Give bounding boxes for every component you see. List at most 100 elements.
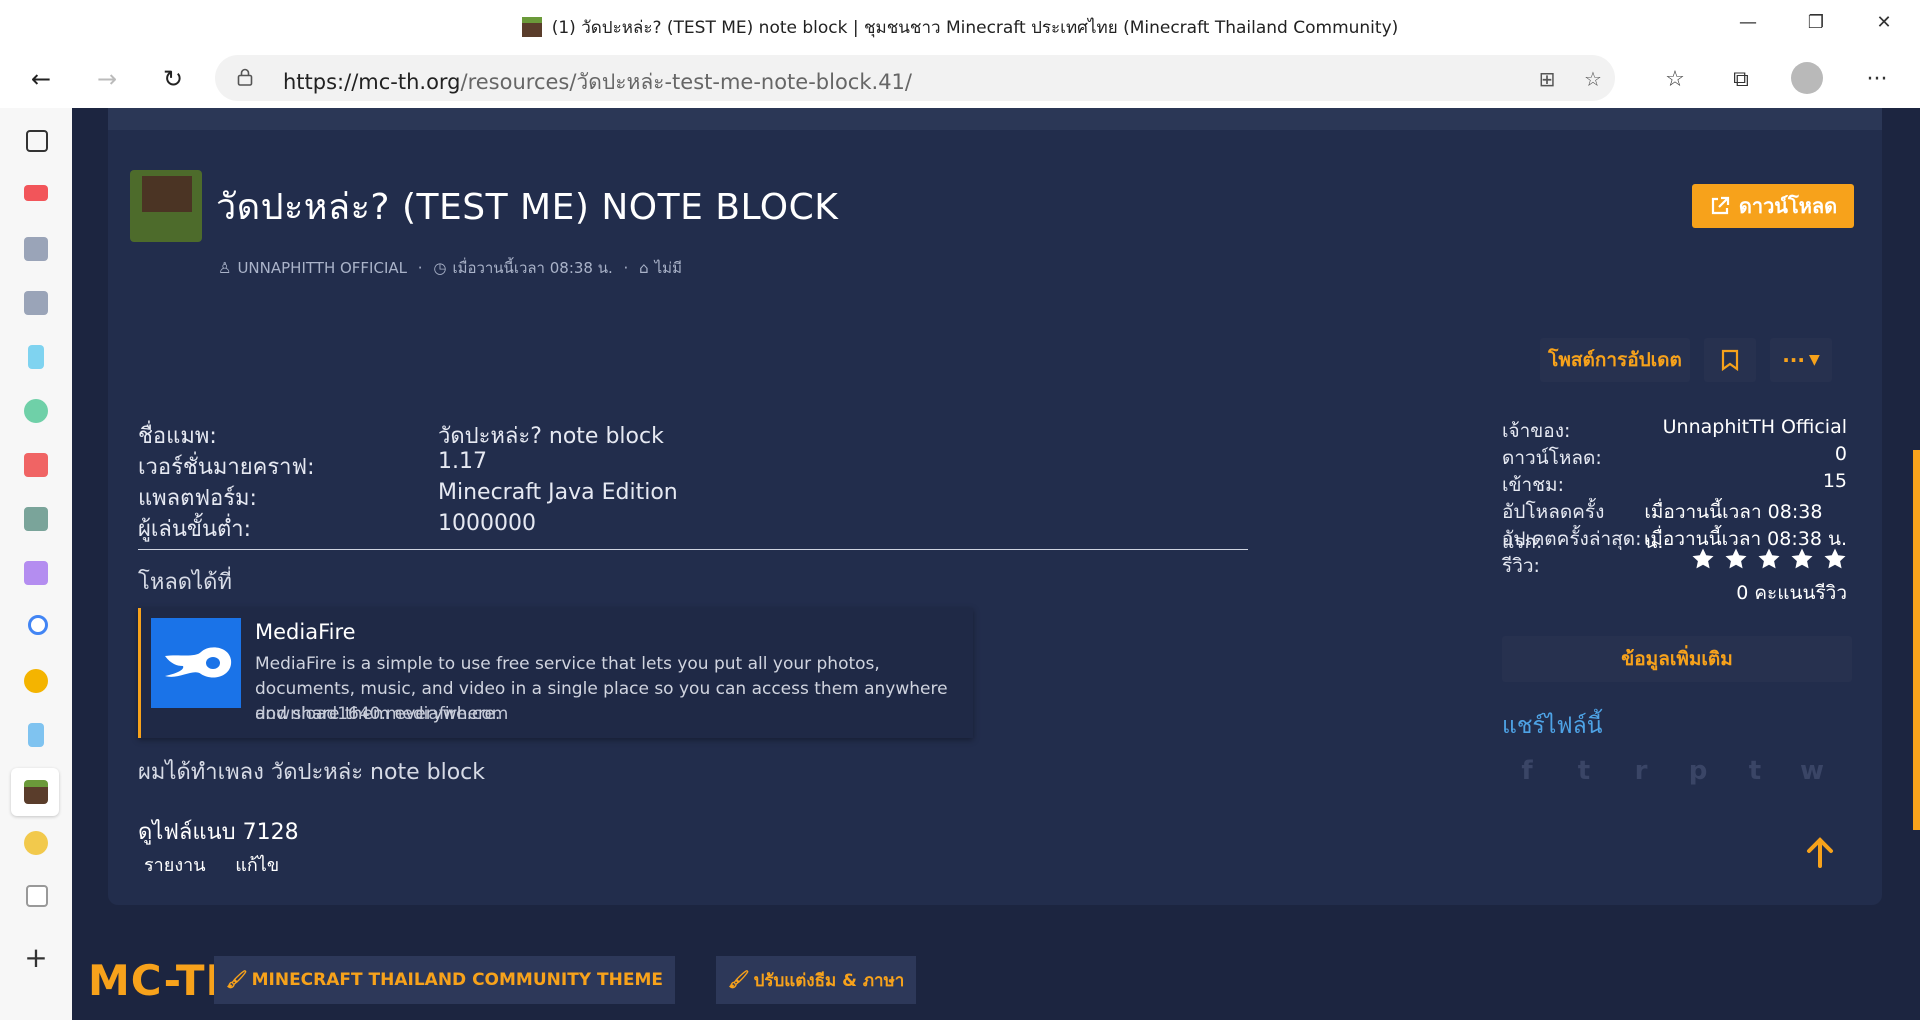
info-row: อัปโหลดครั้งแรก: เมื่อวานนี้เวลา 08:38 น. xyxy=(1502,497,1847,553)
tab-actions-icon[interactable] xyxy=(26,130,48,152)
app-icon-3[interactable] xyxy=(24,507,48,531)
field-value: 1.17 xyxy=(438,449,487,474)
post-date[interactable]: เมื่อวานนี้เวลา 08:38 น. xyxy=(452,259,612,277)
review-count[interactable]: 0 คะแนนรีวิว xyxy=(1502,578,1847,608)
download-label: ดาวน์โหลด xyxy=(1738,194,1838,218)
minecraft-icon[interactable] xyxy=(24,780,48,804)
app-icon-2[interactable] xyxy=(24,291,48,315)
window-title-bar: (1) วัดปะหล่ะ? (TEST ME) note block | ชุ… xyxy=(0,0,1920,50)
info-label: เข้าชม: xyxy=(1502,474,1564,496)
close-button[interactable]: ✕ xyxy=(1852,0,1916,44)
field-label: ผู้เล่นขั้นต่ำ: xyxy=(138,517,252,542)
theme-label: MINECRAFT THAILAND COMMUNITY THEME xyxy=(251,970,663,990)
resource-title: วัดปะหล่ะ? (TEST ME) NOTE BLOCK xyxy=(216,187,839,228)
forward-button[interactable]: → xyxy=(88,60,126,98)
edit-link[interactable]: แก้ไข xyxy=(235,855,279,876)
more-options-button[interactable]: ··· ▼ xyxy=(1770,338,1832,382)
field-row: แพลตฟอร์ม: Minecraft Java Edition xyxy=(138,480,1248,511)
address-bar[interactable]: https://mc-th.org/resources/วัดปะหล่ะ-te… xyxy=(215,55,1615,101)
app-available-icon[interactable]: ⊞ xyxy=(1535,67,1559,91)
lock-icon[interactable] xyxy=(237,68,253,86)
user-icon: ♙ xyxy=(218,259,232,277)
pinterest-icon[interactable]: p xyxy=(1683,756,1713,786)
scrollbar-thumb[interactable] xyxy=(1913,450,1920,830)
author-link[interactable]: UNNAPHITTH OFFICIAL xyxy=(237,259,407,277)
field-label: แพลตฟอร์ม: xyxy=(138,486,257,511)
field-row: ผู้เล่นขั้นต่ำ: 1000000 xyxy=(138,511,1248,542)
scroll-to-top-icon[interactable] xyxy=(1806,836,1834,870)
mediafire-link-card[interactable]: MediaFire MediaFire is a simple to use f… xyxy=(138,608,973,738)
link-title[interactable]: MediaFire xyxy=(255,620,356,644)
info-label: รีวิว: xyxy=(1502,555,1540,577)
post-update-button[interactable]: โพสต์การอัปเดต xyxy=(1540,338,1690,382)
star-icon xyxy=(1692,548,1714,569)
post-actions: รายงาน แก้ไข xyxy=(144,850,303,879)
bookmark-icon xyxy=(1721,349,1739,371)
field-label: ชื่อแมพ: xyxy=(138,424,217,449)
bing-icon-2[interactable] xyxy=(28,723,44,747)
download-button[interactable]: ดาวน์โหลด xyxy=(1692,184,1854,228)
post-update-label: โพสต์การอัปเดต xyxy=(1548,349,1682,371)
info-label: เจ้าของ: xyxy=(1502,420,1571,442)
whatsapp-icon[interactable]: w xyxy=(1797,756,1827,786)
info-label: อัปเดตครั้งล่าสุด: xyxy=(1502,528,1642,550)
google-icon[interactable] xyxy=(28,615,48,635)
rating-stars xyxy=(1682,547,1847,571)
resource-meta: ♙ UNNAPHITTH OFFICIAL · ◷ เมื่อวานนี้เวลา … xyxy=(218,256,688,280)
report-link[interactable]: รายงาน xyxy=(144,855,206,876)
edge-icon[interactable] xyxy=(24,399,48,423)
field-row: เวอร์ชั่นมายคราฟ: 1.17 xyxy=(138,449,1248,480)
twitter-icon[interactable]: t xyxy=(1569,756,1599,786)
caret-down-icon: ▼ xyxy=(1809,352,1820,368)
facebook-icon[interactable]: f xyxy=(1512,756,1542,786)
photos-icon[interactable] xyxy=(24,669,48,693)
resource-fields: ชื่อแมพ: วัดปะหล่ะ? note block เวอร์ชั่นม… xyxy=(138,418,1248,542)
profile-avatar[interactable] xyxy=(1791,62,1823,94)
browser-sidebar: + xyxy=(0,108,73,1020)
attachment-views[interactable]: ดูไฟล์แนบ 7128 xyxy=(138,814,299,849)
more-dots: ··· xyxy=(1782,348,1805,372)
page: วัดปะหล่ะ? (TEST ME) NOTE BLOCK ♙ UNNAPHI… xyxy=(72,108,1920,1020)
theme-button[interactable]: 🖌 MINECRAFT THAILAND COMMUNITY THEME xyxy=(214,956,675,1004)
add-icon[interactable]: + xyxy=(24,944,48,972)
settings-more-button[interactable]: ··· xyxy=(1858,60,1896,98)
bing-icon[interactable] xyxy=(28,345,44,369)
info-label: อัปโหลดครั้งแรก: xyxy=(1502,501,1605,553)
more-info-label: ข้อมูลเพิ่มเติม xyxy=(1621,648,1733,670)
customize-label: ปรับแต่งธีม & ภาษา xyxy=(753,970,905,991)
app-icon[interactable] xyxy=(24,237,48,261)
clock-icon: ◷ xyxy=(433,259,447,277)
download-app-icon[interactable] xyxy=(24,453,48,477)
external-link-icon xyxy=(1711,196,1729,215)
resource-description: ผมได้ทำเพลง วัดปะหล่ะ note block xyxy=(138,760,485,785)
reddit-icon[interactable]: r xyxy=(1626,756,1656,786)
tag-icon: ⌂ xyxy=(639,259,649,277)
app-icon-5[interactable] xyxy=(26,885,48,907)
separator: · xyxy=(417,259,423,277)
maximize-button[interactable]: ❐ xyxy=(1784,0,1848,44)
info-value: เมื่อวานนี้เวลา 08:38 น. xyxy=(1644,501,1823,553)
url-text[interactable]: https://mc-th.org/resources/วัดปะหล่ะ-te… xyxy=(283,66,912,99)
reload-button[interactable]: ↻ xyxy=(154,60,192,98)
more-info-button[interactable]: ข้อมูลเพิ่มเติม xyxy=(1502,636,1852,682)
field-row: ชื่อแมพ: วัดปะหล่ะ? note block xyxy=(138,418,1248,449)
info-row: เข้าชม: 15 xyxy=(1502,470,1847,497)
collections-icon[interactable]: ⧉ xyxy=(1722,60,1760,98)
customize-button[interactable]: 🖌 ปรับแต่งธีม & ภาษา xyxy=(716,956,917,1004)
avatar-app-icon[interactable] xyxy=(24,831,48,855)
info-value[interactable]: UnnaphitTH Official xyxy=(1663,416,1847,443)
bookmark-button[interactable] xyxy=(1704,338,1756,382)
field-value: 1000000 xyxy=(438,511,536,536)
field-value: วัดปะหล่ะ? note block xyxy=(438,424,664,449)
tumblr-icon[interactable]: t xyxy=(1740,756,1770,786)
info-row: ดาวน์โหลด: 0 xyxy=(1502,443,1847,470)
share-heading: แชร์ไฟล์นี้ xyxy=(1502,713,1603,739)
site-favicon xyxy=(521,17,542,37)
youtube-icon[interactable] xyxy=(24,185,48,201)
back-button[interactable]: ← xyxy=(22,60,60,98)
add-favorite-icon[interactable]: ☆ xyxy=(1581,67,1605,91)
app-icon-4[interactable] xyxy=(24,561,48,585)
favorites-icon[interactable]: ☆ xyxy=(1656,60,1694,98)
minimize-button[interactable]: — xyxy=(1716,0,1780,44)
resource-icon xyxy=(130,170,202,242)
